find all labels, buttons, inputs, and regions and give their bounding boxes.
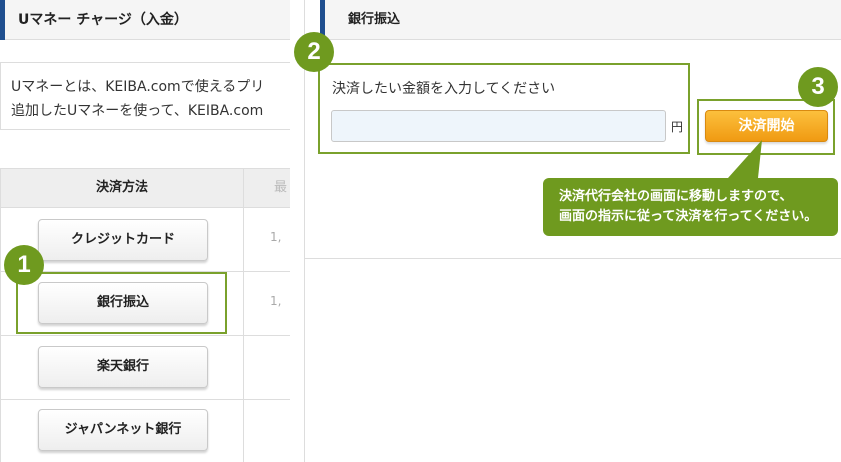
rakuten-bank-button[interactable]: 楽天銀行 bbox=[38, 346, 208, 388]
callout-line-1: 決済代行会社の画面に移動しますので、 bbox=[559, 189, 793, 204]
section-divider bbox=[305, 258, 841, 259]
table-row-other-cell: 1, bbox=[243, 208, 290, 272]
callout-line-2: 画面の指示に従って決済を行ってください。 bbox=[559, 209, 818, 224]
japan-net-bank-button[interactable]: ジャパンネット銀行 bbox=[38, 409, 208, 451]
table-row-other-cell: 1, bbox=[243, 272, 290, 336]
highlight-box-2 bbox=[318, 63, 690, 154]
panel-gap bbox=[290, 0, 304, 462]
uMoney-charge-panel: Uマネー チャージ（入金） Uマネーとは、KEIBA.comで使えるプリ 追加し… bbox=[0, 0, 290, 462]
credit-card-button[interactable]: クレジットカード bbox=[38, 219, 208, 261]
left-panel-title: Uマネー チャージ（入金） bbox=[18, 12, 188, 28]
other-value: 1, bbox=[270, 294, 282, 308]
step-badge-2: 2 bbox=[294, 32, 334, 72]
right-panel-title: 銀行振込 bbox=[348, 12, 401, 27]
highlight-box-1 bbox=[16, 272, 227, 334]
header-accent-bar bbox=[0, 0, 5, 40]
step-badge-3: 3 bbox=[798, 67, 838, 107]
intro-line-1: Uマネーとは、KEIBA.comで使えるプリ bbox=[11, 79, 265, 95]
step-badge-1: 1 bbox=[4, 245, 44, 285]
table-row-other-cell bbox=[243, 336, 290, 400]
table-header-other: 最 bbox=[243, 168, 290, 208]
intro-line-2: 追加したUマネーを使って、KEIBA.com bbox=[11, 103, 264, 119]
table-header-method: 決済方法 bbox=[0, 168, 244, 208]
table-row-other-cell bbox=[243, 400, 290, 462]
redirect-callout: 決済代行会社の画面に移動しますので、 画面の指示に従って決済を行ってください。 bbox=[543, 178, 838, 236]
other-value: 1, bbox=[270, 230, 282, 244]
